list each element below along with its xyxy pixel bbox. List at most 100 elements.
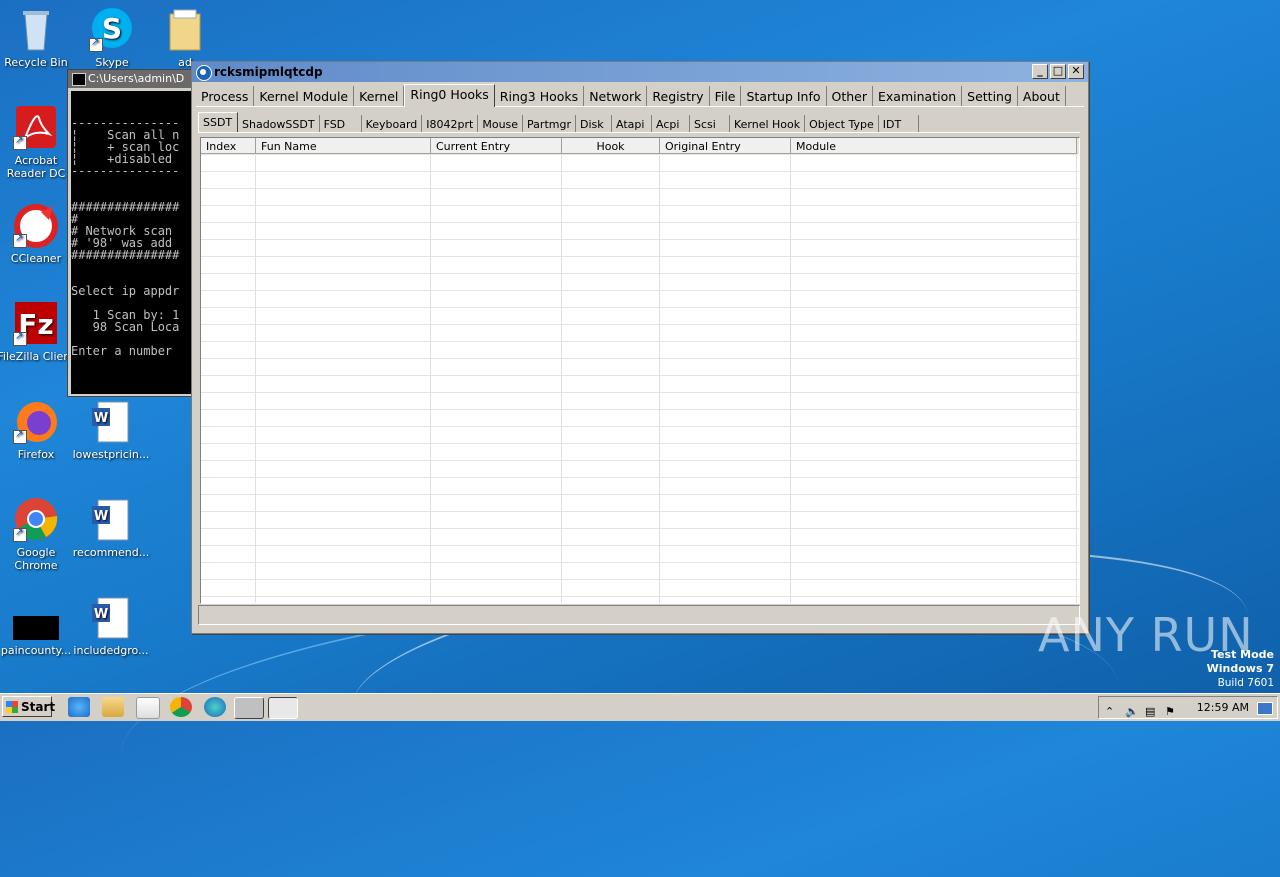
desktop-icon-recycle-bin[interactable]: Recycle Bin — [0, 6, 76, 69]
subtab-disk[interactable]: Disk — [576, 115, 612, 132]
desktop-icon-skype[interactable]: S Skype — [72, 6, 152, 69]
os-name-line: Windows 7 — [1206, 662, 1274, 675]
app-title: rcksmipmlqtcdp — [214, 65, 323, 79]
column-divider — [659, 155, 660, 603]
desktop-icon-firefox[interactable]: Firefox — [0, 398, 76, 461]
console-icon — [72, 73, 86, 86]
desktop-icon-chrome[interactable]: Google Chrome — [0, 496, 76, 572]
app-window[interactable]: rcksmipmlqtcdp _ □ ✕ Process Kernel Modul… — [191, 61, 1089, 634]
column-header-fun-name[interactable]: Fun Name — [256, 138, 431, 154]
tab-about[interactable]: About — [1018, 86, 1066, 106]
test-mode-notice: Test Mode Windows 7 Build 7601 — [1207, 648, 1274, 690]
firefox-icon — [13, 398, 59, 444]
shortcut-arrow-icon — [13, 330, 27, 346]
subtab-mouse[interactable]: Mouse — [478, 115, 524, 132]
subtab-fsd[interactable]: FSD — [320, 115, 362, 132]
taskbar: Start ⌃ 🔈 ▤ ⚑ 12:59 AM — [0, 693, 1280, 721]
subtab-ssdt[interactable]: SSDT — [198, 112, 238, 132]
black-file-icon — [13, 594, 59, 640]
desktop-icon-word-doc[interactable]: W lowestpricin... — [71, 398, 151, 461]
show-hidden-icons-icon[interactable]: ⌃ — [1105, 701, 1114, 722]
hooks-table[interactable]: Index Fun Name Current Entry Hook Original E… — [200, 137, 1080, 604]
subtab-partmgr[interactable]: Partmgr — [523, 115, 576, 132]
subtab-scsi[interactable]: Scsi — [690, 115, 730, 132]
skype-icon: S — [89, 6, 135, 52]
svg-text:W: W — [94, 509, 108, 524]
ie-icon[interactable] — [68, 697, 90, 717]
folder-icon — [162, 6, 208, 52]
network-icon[interactable]: ▤ — [1145, 701, 1155, 722]
subtab-atapi[interactable]: Atapi — [612, 115, 652, 132]
tab-ring3-hooks[interactable]: Ring3 Hooks — [495, 86, 585, 106]
show-desktop-button[interactable] — [1257, 702, 1273, 715]
word-document-icon: W — [88, 398, 134, 444]
tab-other[interactable]: Other — [827, 86, 874, 106]
column-divider — [430, 155, 431, 603]
shortcut-arrow-icon — [13, 134, 27, 150]
explorer-icon[interactable] — [102, 697, 124, 717]
word-document-icon: W — [88, 496, 134, 542]
acrobat-icon — [13, 104, 59, 150]
subtab-keyboard[interactable]: Keyboard — [362, 115, 423, 132]
console-titlebar[interactable]: C:\Users\admin\D — [68, 70, 194, 88]
app-taskbar-button[interactable] — [268, 697, 298, 719]
subtab-i8042prt[interactable]: I8042prt — [422, 115, 479, 132]
tab-startup-info[interactable]: Startup Info — [741, 86, 827, 106]
chrome-icon — [13, 496, 59, 542]
close-button[interactable]: ✕ — [1068, 64, 1084, 79]
action-center-flag-icon[interactable]: ⚑ — [1165, 701, 1175, 722]
chrome-taskbar-icon[interactable] — [170, 697, 192, 717]
console-taskbar-button[interactable] — [234, 697, 264, 719]
minimize-button[interactable]: _ — [1032, 64, 1048, 79]
tab-setting[interactable]: Setting — [962, 86, 1018, 106]
svg-text:S: S — [102, 12, 122, 45]
console-output: --------------- ¦ Scan all n ¦ + scan lo… — [71, 91, 194, 394]
column-header-current-entry[interactable]: Current Entry — [431, 138, 562, 154]
subtab-shadowssdt[interactable]: ShadowSSDT — [238, 115, 320, 132]
column-header-module[interactable]: Module — [791, 138, 1077, 154]
console-title: C:\Users\admin\D — [88, 72, 185, 85]
edge-icon[interactable] — [204, 697, 226, 717]
desktop-icon-word-doc[interactable]: W recommend... — [71, 496, 151, 559]
column-divider — [790, 155, 791, 603]
media-player-icon[interactable] — [136, 697, 160, 719]
subtab-acpi[interactable]: Acpi — [652, 115, 690, 132]
maximize-button[interactable]: □ — [1050, 64, 1066, 79]
start-button[interactable]: Start — [2, 696, 55, 717]
system-tray: ⌃ 🔈 ▤ ⚑ 12:59 AM — [1098, 696, 1278, 719]
tab-examination[interactable]: Examination — [873, 86, 963, 106]
column-header-hook[interactable]: Hook — [562, 138, 660, 154]
subtab-object-type[interactable]: Object Type — [805, 115, 879, 132]
desktop-icon-ccleaner[interactable]: CCleaner — [0, 202, 76, 265]
subtab-kernel-hook[interactable]: Kernel Hook — [730, 115, 806, 132]
table-rows[interactable] — [201, 155, 1079, 603]
word-document-icon: W — [88, 594, 134, 640]
tab-registry[interactable]: Registry — [647, 86, 710, 106]
main-tab-bar: Process Kernel Module Kernel Ring0 Hooks Rin… — [196, 84, 1084, 107]
desktop-icon-folder[interactable]: ad — [145, 6, 225, 69]
app-titlebar[interactable]: rcksmipmlqtcdp _ □ ✕ — [192, 62, 1088, 82]
tab-kernel[interactable]: Kernel — [354, 86, 405, 106]
column-header-original-entry[interactable]: Original Entry — [660, 138, 791, 154]
desktop-icon-filezilla[interactable]: Fz FileZilla Client — [0, 300, 76, 363]
tab-ring0-hooks[interactable]: Ring0 Hooks — [404, 84, 495, 107]
svg-text:W: W — [94, 411, 108, 426]
app-icon — [196, 65, 212, 81]
desktop-icon-word-doc[interactable]: W includedgro... — [71, 594, 151, 657]
column-header-index[interactable]: Index — [201, 138, 256, 154]
tab-network[interactable]: Network — [584, 86, 648, 106]
console-window[interactable]: C:\Users\admin\D --------------- ¦ Scan … — [67, 69, 195, 397]
filezilla-icon: Fz — [13, 300, 59, 346]
desktop-icon-acrobat[interactable]: Acrobat Reader DC — [0, 104, 76, 180]
column-divider — [1076, 155, 1077, 603]
recycle-bin-icon — [13, 6, 59, 52]
desktop-icon-black-file[interactable]: paincounty... — [0, 594, 76, 657]
svg-text:W: W — [94, 607, 108, 622]
clock[interactable]: 12:59 AM — [1197, 697, 1249, 718]
tab-file[interactable]: File — [710, 86, 742, 106]
tab-process[interactable]: Process — [196, 86, 255, 106]
subtab-idt[interactable]: IDT — [879, 115, 919, 132]
tab-kernel-module[interactable]: Kernel Module — [254, 86, 355, 106]
column-divider — [255, 155, 256, 603]
volume-icon[interactable]: 🔈 — [1125, 701, 1139, 722]
